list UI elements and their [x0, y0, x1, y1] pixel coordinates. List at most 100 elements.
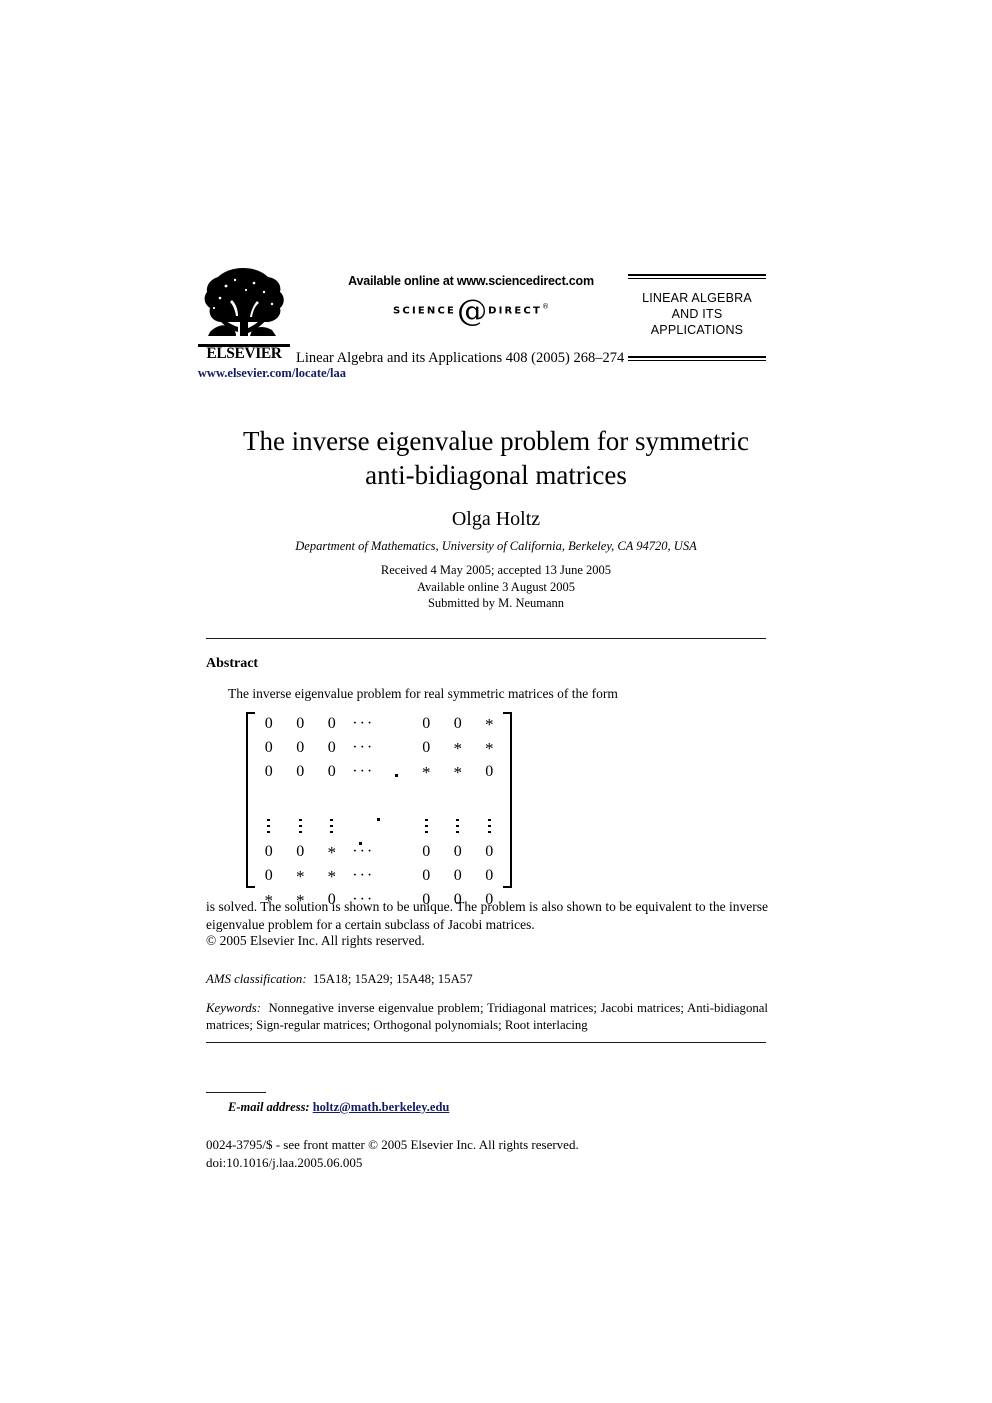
matrix-cell: * — [327, 842, 337, 862]
footnote-rule — [206, 1092, 266, 1094]
journal-url-link[interactable]: www.elsevier.com/locate/laa — [196, 366, 346, 381]
sciencedirect-science-word: SCIENCE — [393, 305, 457, 317]
matrix-cell — [379, 840, 411, 864]
journal-citation: Linear Algebra and its Applications 408 … — [296, 350, 625, 366]
matrix-cell: 0 — [327, 715, 336, 732]
matrix-cell: 0 — [422, 843, 431, 860]
matrix-cell: 0 — [485, 843, 494, 860]
available-online-text: Available online at www.sciencedirect.co… — [348, 274, 594, 288]
matrix-cell: 0 — [296, 843, 305, 860]
matrix-cell — [348, 812, 380, 840]
matrix-cell: 0 — [453, 843, 462, 860]
article-dates: Received 4 May 2005; accepted 13 June 20… — [196, 562, 796, 612]
matrix-cell: 0 — [422, 715, 431, 732]
page-title: The inverse eigenvalue problem for symme… — [196, 424, 796, 492]
matrix-cell — [285, 784, 317, 812]
email-link[interactable]: holtz@math.berkeley.edu — [313, 1100, 450, 1114]
sciencedirect-direct-word: DIRECT — [488, 305, 542, 317]
journal-box-top-rules — [628, 274, 766, 282]
issn-line: 0024-3795/$ - see front matter © 2005 El… — [206, 1137, 579, 1152]
matrix-antidiagonal-dot-mid — [377, 818, 380, 821]
matrix-cell: 0 — [327, 739, 336, 756]
matrix-cell: * — [327, 866, 337, 886]
title-line-2: anti-bidiagonal matrices — [365, 460, 627, 490]
imprint-block: 0024-3795/$ - see front matter © 2005 El… — [206, 1136, 579, 1171]
matrix-cell: * — [422, 762, 431, 782]
journal-title-box: LINEAR ALGEBRA AND ITS APPLICATIONS — [628, 274, 766, 370]
matrix-cell — [253, 784, 285, 812]
abstract-heading: Abstract — [206, 656, 259, 671]
matrix-cell — [285, 812, 317, 840]
matrix-cell: ··· — [352, 843, 375, 860]
matrix-cell: 0 — [422, 739, 431, 756]
masthead: ELSEVIER Available online at www.science… — [196, 266, 766, 388]
matrix-cell: 0 — [485, 763, 494, 780]
author-name: Olga Holtz — [451, 508, 541, 530]
registered-trademark-icon: ® — [541, 302, 549, 311]
matrix-cell: 0 — [264, 715, 273, 732]
matrix-cell: ··· — [352, 867, 375, 884]
matrix-cell: * — [453, 738, 463, 758]
abstract-bottom-rule — [206, 1042, 766, 1044]
elsevier-tree-icon — [204, 268, 284, 336]
matrix-cell: ··· — [352, 763, 375, 780]
journal-title-line-1: LINEAR ALGEBRA — [642, 291, 752, 305]
matrix-cell — [379, 784, 411, 812]
matrix-cell — [442, 784, 474, 812]
matrix-cell — [379, 712, 411, 736]
matrix-cell — [253, 812, 285, 840]
abstract-body-text: is solved. The solution is shown to be u… — [206, 899, 768, 932]
keywords: Keywords: Nonnegative inverse eigenvalue… — [206, 1000, 768, 1034]
matrix-antidiagonal-dot-bottom — [359, 842, 362, 845]
matrix-cell: * — [296, 866, 305, 886]
matrix-cell: 0 — [296, 739, 305, 756]
journal-title-line-2: AND ITS — [671, 307, 723, 321]
matrix-cell — [474, 812, 506, 840]
matrix-cell — [379, 864, 411, 888]
matrix-cell: ··· — [352, 715, 375, 732]
sciencedirect-logo: SCIENCE@DIRECT® — [306, 294, 636, 329]
journal-title: LINEAR ALGEBRA AND ITS APPLICATIONS — [628, 290, 766, 338]
matrix-cell — [411, 812, 443, 840]
ams-classification-codes: 15A18; 15A29; 15A48; 15A57 — [313, 972, 473, 986]
matrix-cell: 0 — [264, 739, 273, 756]
article-page: ELSEVIER Available online at www.science… — [0, 0, 992, 1403]
matrix-cell: 0 — [453, 867, 462, 884]
matrix-cell: * — [485, 738, 494, 758]
matrix-grid: 0 0 0 ··· 0 0 * 0 0 0 ··· 0 * * 0 0 0 ··· * * 0 0 0 * ··· 0 0 0 0 * * ·… — [253, 712, 506, 909]
matrix-antidiagonal-dot-top — [395, 774, 398, 777]
received-accepted-date: Received 4 May 2005; accepted 13 June 20… — [380, 563, 612, 577]
matrix-cell — [379, 760, 411, 784]
keywords-label: Keywords: — [206, 1001, 261, 1015]
matrix-cell: 0 — [327, 763, 336, 780]
ams-classification: AMS classification: 15A18; 15A29; 15A48;… — [206, 972, 766, 987]
abstract-top-rule — [206, 638, 766, 640]
journal-title-line-3: APPLICATIONS — [650, 323, 744, 337]
abstract-intro-text: The inverse eigenvalue problem for real … — [228, 686, 618, 701]
matrix-cell — [379, 812, 411, 840]
matrix-cell: 0 — [422, 867, 431, 884]
email-label: E-mail address: — [228, 1100, 310, 1114]
matrix-cell — [348, 784, 380, 812]
elsevier-wordmark: ELSEVIER — [206, 345, 282, 362]
matrix-cell — [411, 784, 443, 812]
available-online-date: Available online 3 August 2005 — [416, 579, 576, 594]
matrix-cell: 0 — [453, 715, 462, 732]
keywords-text: Nonnegative inverse eigenvalue problem; … — [206, 1001, 768, 1032]
at-symbol-icon: @ — [457, 294, 488, 329]
matrix-cell: 0 — [264, 843, 273, 860]
ams-classification-label: AMS classification: — [206, 972, 307, 986]
matrix-cell — [316, 784, 348, 812]
matrix-cell: 0 — [485, 867, 494, 884]
matrix-cell: 0 — [296, 715, 305, 732]
author-affiliation: Department of Mathematics, University of… — [295, 539, 697, 553]
matrix-cell: 0 — [296, 763, 305, 780]
matrix-cell — [316, 812, 348, 840]
journal-box-bottom-rules — [628, 356, 766, 364]
email-footnote: E-mail address: holtz@math.berkeley.edu — [228, 1100, 449, 1115]
matrix-cell — [442, 812, 474, 840]
abstract-copyright: © 2005 Elsevier Inc. All rights reserved… — [206, 933, 425, 948]
matrix-cell: 0 — [264, 763, 273, 780]
submitted-by: Submitted by M. Neumann — [427, 596, 565, 610]
matrix-cell: * — [485, 714, 494, 734]
